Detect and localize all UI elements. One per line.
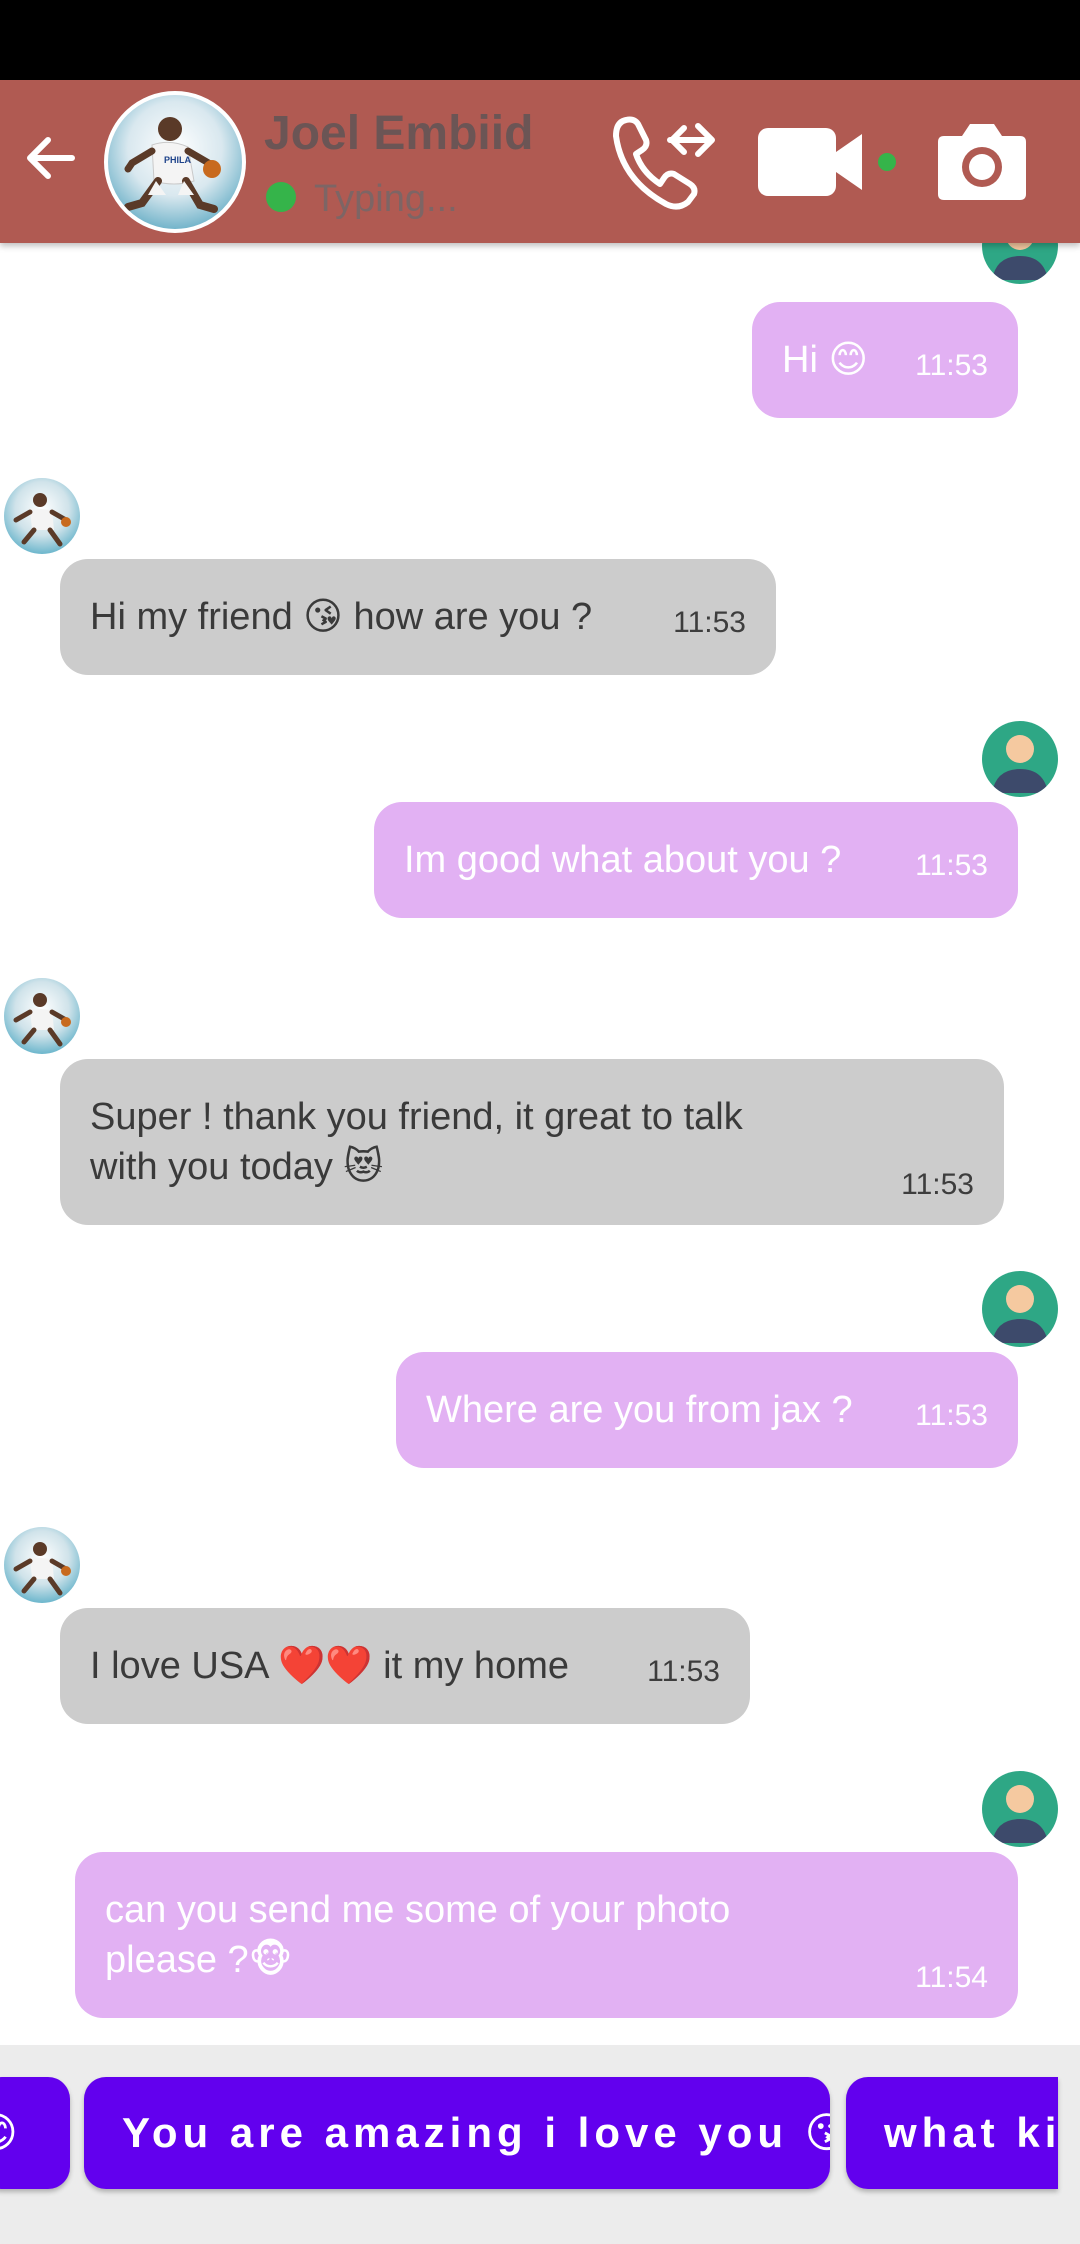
contact-name: Joel Embiid <box>264 107 534 160</box>
person-icon <box>992 1785 1048 1843</box>
message-text: I love USA ❤️❤️ it my home <box>90 1645 569 1687</box>
user-avatar <box>982 1771 1058 1847</box>
message-time: 11:53 <box>915 349 988 382</box>
voice-call-button[interactable] <box>608 110 722 214</box>
message-time: 11:53 <box>901 1168 974 1201</box>
chat-header: PHILA Joel Embiid Typing... <box>0 80 1080 243</box>
contact-avatar-small <box>4 978 80 1054</box>
message-text: Hi my friend 😘 how are you ? <box>90 596 593 638</box>
contact-avatar-small <box>4 1527 80 1603</box>
message-bubble-received[interactable]: Hi my friend 😘 how are you ? 11:53 <box>60 559 776 675</box>
camera-button[interactable] <box>936 118 1028 202</box>
phone-forward-icon <box>613 116 715 210</box>
back-button[interactable] <box>18 126 82 190</box>
message-bubble-sent[interactable]: Hi 😊 11:53 <box>752 302 1018 418</box>
player-photo-icon <box>13 1542 71 1596</box>
contact-avatar-small <box>4 478 80 554</box>
quick-reply-chip[interactable]: what kin <box>846 2077 1058 2189</box>
message-time: 11:53 <box>915 1399 988 1432</box>
message-bubble-received[interactable]: I love USA ❤️❤️ it my home 11:53 <box>60 1608 750 1724</box>
video-call-button[interactable] <box>756 124 868 200</box>
person-icon <box>992 1285 1048 1343</box>
user-avatar <box>982 721 1058 797</box>
person-icon <box>992 243 1048 280</box>
svg-text:PHILA: PHILA <box>164 155 192 165</box>
player-photo-icon <box>13 493 71 547</box>
message-bubble-sent[interactable]: Where are you from jax ? 11:53 <box>396 1352 1018 1468</box>
message-bubble-sent[interactable]: Im good what about you ? 11:53 <box>374 802 1018 918</box>
message-time: 11:53 <box>647 1655 720 1688</box>
player-photo-icon <box>13 993 71 1047</box>
contact-avatar[interactable]: PHILA <box>104 91 246 233</box>
status-bar <box>0 0 1080 80</box>
quick-reply-bar[interactable]: 😊 You are amazing i love you 😘 what kin <box>0 2045 1080 2244</box>
message-text: Super ! thank you friend, it great to ta… <box>90 1096 743 1188</box>
quick-reply-chip[interactable]: 😊 <box>0 2077 70 2189</box>
player-photo-icon: PHILA <box>124 117 221 213</box>
message-list[interactable]: Hi 😊 11:53 Hi my friend 😘 how are you ? … <box>0 243 1080 2045</box>
video-status-dot <box>878 153 896 171</box>
videocam-icon <box>758 128 862 196</box>
message-text: Where are you from jax ? <box>426 1389 853 1431</box>
typing-status: Typing... <box>314 178 458 220</box>
message-time: 11:53 <box>915 849 988 882</box>
online-status-dot <box>266 182 296 212</box>
arrow-back-icon <box>27 137 75 179</box>
message-bubble-sent[interactable]: can you send me some of your photo pleas… <box>75 1852 1018 2018</box>
quick-reply-chip[interactable]: You are amazing i love you 😘 <box>84 2077 830 2189</box>
message-text: Im good what about you ? <box>404 839 842 881</box>
camera-icon <box>938 124 1026 200</box>
message-bubble-received[interactable]: Super ! thank you friend, it great to ta… <box>60 1059 1004 1225</box>
message-time: 11:53 <box>673 606 746 639</box>
user-avatar <box>982 243 1058 284</box>
message-text: can you send me some of your photo pleas… <box>105 1889 731 1981</box>
message-text: Hi 😊 <box>782 339 869 381</box>
message-time: 11:54 <box>915 1961 988 1994</box>
user-avatar <box>982 1271 1058 1347</box>
person-icon <box>992 735 1048 793</box>
